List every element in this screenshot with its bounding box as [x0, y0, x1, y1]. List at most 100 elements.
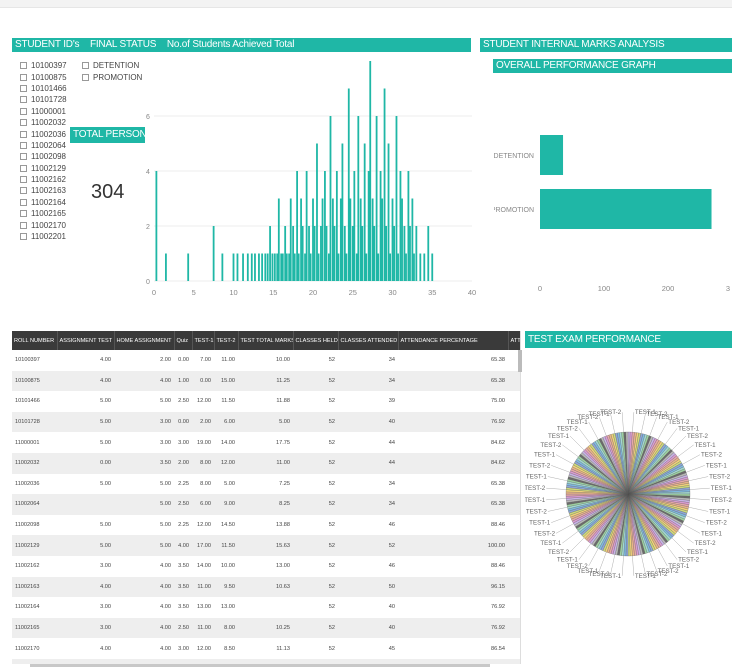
- histogram-bar[interactable]: [359, 198, 362, 282]
- table-row[interactable]: 10101466 5.00 5.00 2.50 12.00 11.50 11.88 52 39 7…: [12, 391, 520, 412]
- histogram-bar[interactable]: [409, 226, 411, 281]
- histogram-bar[interactable]: [389, 253, 392, 282]
- histogram-bar[interactable]: [212, 226, 215, 281]
- histogram-bar[interactable]: [305, 171, 308, 281]
- student-id-item[interactable]: 11002098: [20, 151, 67, 162]
- histogram-bar[interactable]: [369, 61, 372, 281]
- histogram-bar[interactable]: [343, 226, 346, 281]
- histogram-bar[interactable]: [401, 198, 403, 282]
- column-header[interactable]: HOME ASSIGNMENT: [114, 331, 175, 350]
- checkbox[interactable]: [20, 233, 27, 241]
- histogram-bar[interactable]: [288, 253, 291, 282]
- histogram-bar[interactable]: [397, 253, 399, 282]
- column-header[interactable]: CLASSES ATTENDED: [338, 331, 399, 350]
- table-row[interactable]: 11002163 4.00 4.00 3.50 11.00 9.50 10.63 52 50 96…: [12, 576, 520, 598]
- histogram-bar[interactable]: [324, 171, 326, 281]
- histogram-bar[interactable]: [353, 171, 356, 281]
- histogram-bar[interactable]: [187, 253, 190, 282]
- bar-promotion[interactable]: [540, 189, 712, 229]
- histogram-bar[interactable]: [325, 226, 328, 281]
- histogram-bar[interactable]: [361, 226, 364, 281]
- final-status-slicer[interactable]: DETENTION PROMOTION: [82, 60, 142, 83]
- histogram-bar[interactable]: [297, 253, 300, 282]
- column-header[interactable]: ASSIGNMENT TEST: [57, 331, 115, 350]
- histogram-bar[interactable]: [284, 226, 287, 281]
- histogram-bar[interactable]: [331, 198, 334, 282]
- final-status-item[interactable]: DETENTION: [82, 60, 142, 71]
- final-status-item[interactable]: PROMOTION: [82, 71, 142, 82]
- histogram-bar[interactable]: [155, 171, 158, 281]
- histogram-bar[interactable]: [419, 253, 422, 282]
- histogram-bar[interactable]: [236, 253, 239, 282]
- student-id-item[interactable]: 11002129: [20, 163, 67, 174]
- histogram-bar[interactable]: [355, 253, 358, 282]
- table-row[interactable]: 11000001 5.00 3.00 3.00 19.00 14.00 17.75 52 44 8…: [12, 432, 520, 453]
- histogram-bar[interactable]: [413, 253, 415, 282]
- bar-detention[interactable]: [540, 135, 564, 175]
- histogram-bar[interactable]: [377, 253, 380, 282]
- table-row[interactable]: 11002036 5.00 5.00 2.25 8.00 5.00 7.25 52 34 65.3…: [12, 474, 520, 495]
- student-id-item[interactable]: 10101466: [20, 83, 67, 94]
- histogram-bar[interactable]: [345, 253, 348, 282]
- checkbox[interactable]: [20, 198, 27, 206]
- histogram-bar[interactable]: [328, 253, 330, 282]
- student-id-item[interactable]: 11002170: [20, 219, 67, 230]
- table-row[interactable]: 11002032 0.00 3.50 2.00 8.00 12.00 11.00 52 44 84…: [12, 452, 520, 474]
- histogram-bar[interactable]: [264, 253, 267, 282]
- checkbox[interactable]: [20, 153, 27, 161]
- checkbox[interactable]: [20, 107, 27, 115]
- table-vertical-scrollbar[interactable]: [518, 350, 522, 372]
- checkbox[interactable]: [20, 221, 27, 229]
- column-header[interactable]: CLASSES HELD: [293, 331, 339, 350]
- histogram-bar[interactable]: [395, 116, 398, 281]
- histogram-bar[interactable]: [375, 116, 378, 281]
- checkbox[interactable]: [20, 164, 27, 172]
- histogram-bar[interactable]: [367, 171, 370, 281]
- checkbox[interactable]: [20, 73, 27, 81]
- histogram-bar[interactable]: [273, 253, 276, 282]
- histogram-bar[interactable]: [351, 226, 354, 281]
- histogram-bar[interactable]: [357, 116, 360, 281]
- histogram-bar[interactable]: [349, 198, 352, 282]
- histogram-bar[interactable]: [280, 253, 283, 282]
- checkbox[interactable]: [20, 96, 27, 104]
- checkbox[interactable]: [20, 119, 27, 127]
- histogram-bar[interactable]: [281, 253, 284, 282]
- checkbox[interactable]: [20, 141, 27, 149]
- column-header[interactable]: TEST-1: [192, 331, 215, 350]
- histogram-bar[interactable]: [363, 143, 366, 282]
- table-row[interactable]: 11002165 3.00 4.00 2.50 11.00 8.00 10.25 52 40 76…: [12, 617, 520, 639]
- histogram-bar[interactable]: [415, 226, 418, 281]
- student-id-item[interactable]: 10100875: [20, 71, 67, 82]
- table-row[interactable]: 11002064 5.00 2.50 6.00 9.00 8.25 52 34 65.38: [12, 494, 520, 515]
- histogram-bar[interactable]: [165, 253, 167, 282]
- histogram-bar[interactable]: [393, 226, 395, 281]
- histogram-bar[interactable]: [276, 253, 279, 282]
- checkbox[interactable]: [20, 210, 27, 218]
- marks-table[interactable]: ROLL NUMBER ASSIGNMENT TEST HOME ASSIGNMEN…: [12, 331, 521, 664]
- histogram-bar[interactable]: [258, 253, 260, 282]
- student-id-item[interactable]: 11000001: [20, 106, 67, 117]
- histogram-bar[interactable]: [266, 253, 269, 282]
- histogram-bar[interactable]: [387, 143, 390, 282]
- histogram-bar[interactable]: [371, 198, 374, 282]
- histogram-bar[interactable]: [320, 226, 322, 281]
- histogram-bar[interactable]: [309, 253, 312, 282]
- histogram-bar[interactable]: [333, 226, 336, 281]
- column-header[interactable]: TEST-2: [214, 331, 239, 350]
- histogram-bar[interactable]: [379, 171, 382, 281]
- column-header[interactable]: ROLL NUMBER: [12, 331, 58, 350]
- histogram-bar[interactable]: [300, 198, 302, 282]
- histogram-bar[interactable]: [292, 226, 295, 281]
- student-id-item[interactable]: 11002162: [20, 174, 67, 185]
- checkbox[interactable]: [20, 176, 27, 184]
- histogram-bar[interactable]: [301, 226, 304, 281]
- histogram-bar[interactable]: [365, 253, 368, 282]
- student-id-item[interactable]: 11002036: [20, 128, 67, 139]
- student-id-item[interactable]: 11002201: [20, 231, 67, 242]
- histogram-bar[interactable]: [399, 171, 402, 281]
- table-row[interactable]: 11002164 3.00 4.00 3.50 13.00 13.00 52 40 76.92: [12, 597, 520, 618]
- table-row[interactable]: 10101728 5.00 3.00 0.00 2.00 6.00 5.00 52 40 76.9…: [12, 411, 520, 433]
- table-row[interactable]: 11002170 4.00 4.00 3.00 12.00 8.50 11.13 52 45 86…: [12, 638, 520, 659]
- table-horizontal-scrollbar[interactable]: [30, 664, 490, 667]
